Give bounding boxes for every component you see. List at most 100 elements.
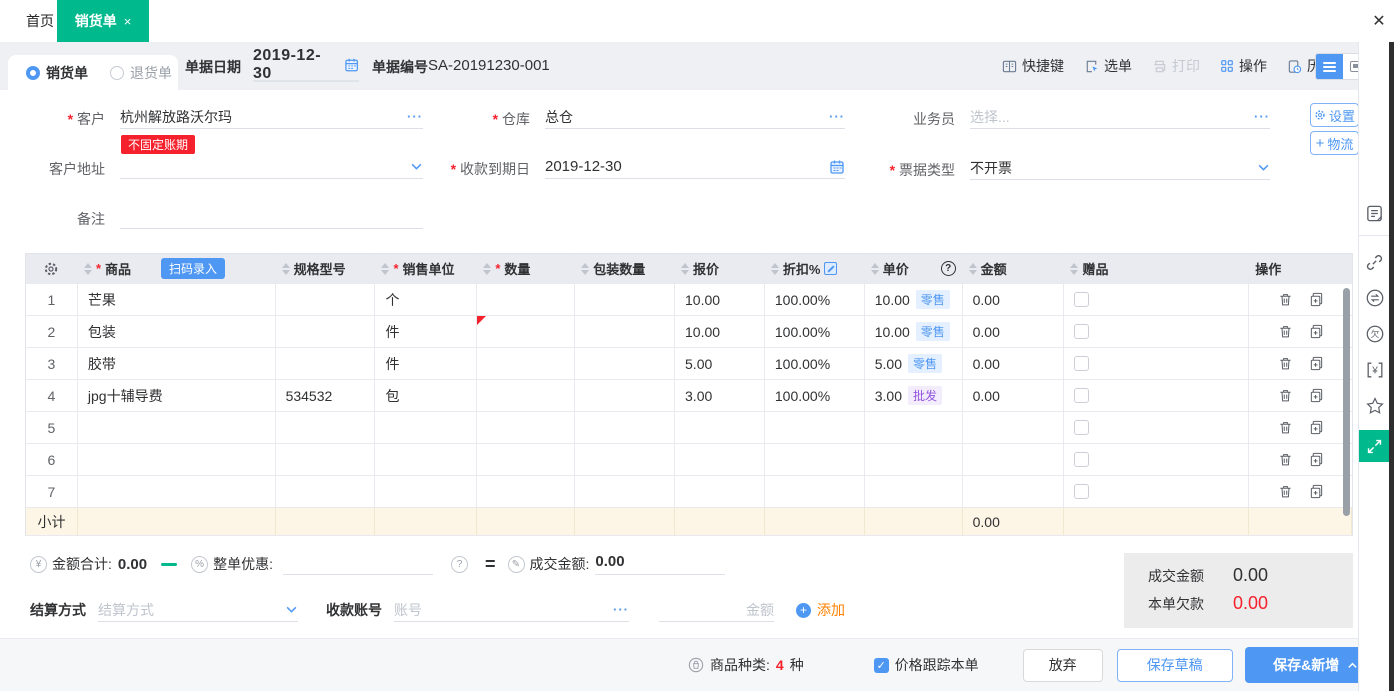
list-view-icon[interactable] (1316, 54, 1343, 79)
spec-cell[interactable] (276, 348, 376, 379)
sort-icon[interactable] (381, 263, 389, 275)
col-header-gift[interactable]: 赠品 (1064, 254, 1249, 283)
unit-cell[interactable]: 件 (375, 316, 477, 347)
remark-field[interactable] (120, 205, 423, 229)
unit-cell[interactable] (375, 444, 477, 475)
price-cell[interactable]: 10.00零售 (865, 316, 963, 347)
settings-button[interactable]: 设置 (1310, 103, 1359, 127)
address-field[interactable] (120, 155, 423, 179)
delete-row-icon[interactable] (1278, 292, 1293, 307)
spec-cell[interactable] (276, 444, 376, 475)
discount-cell[interactable]: 100.00% (765, 316, 865, 347)
col-header-amount[interactable]: 金额 (963, 254, 1065, 283)
amount-cell[interactable]: 0.00 (963, 380, 1065, 411)
qty-cell[interactable] (477, 380, 575, 411)
product-cell[interactable]: jpg十辅导费 (78, 380, 276, 411)
product-cell[interactable] (78, 476, 276, 507)
select-order-button[interactable]: 选单 (1084, 56, 1132, 76)
sort-icon[interactable] (1070, 263, 1078, 275)
amount-cell[interactable]: 0.00 (963, 284, 1065, 315)
amount-cell[interactable]: 0.00 (963, 316, 1065, 347)
warehouse-field[interactable]: 总仓 ··· (545, 105, 845, 129)
quote-cell[interactable] (675, 412, 765, 443)
quote-cell[interactable] (675, 444, 765, 475)
discount-edit-icon[interactable] (824, 262, 837, 275)
discount-cell[interactable]: 100.00% (765, 380, 865, 411)
sort-icon[interactable] (969, 263, 977, 275)
pack-qty-cell[interactable] (575, 476, 675, 507)
discount-cell[interactable] (765, 444, 865, 475)
delete-row-icon[interactable] (1278, 388, 1293, 403)
sort-icon[interactable] (681, 263, 689, 275)
debt-circle-icon[interactable]: 欠 (1359, 316, 1390, 352)
amount-input[interactable] (659, 602, 774, 618)
spec-cell[interactable] (276, 316, 376, 347)
tab-close-icon[interactable]: × (124, 14, 132, 29)
pack-qty-cell[interactable] (575, 316, 675, 347)
logistics-button[interactable]: + 物流 (1310, 131, 1359, 155)
abandon-button[interactable]: 放弃 (1023, 649, 1103, 682)
price-type-tag[interactable]: 零售 (916, 290, 950, 309)
copy-row-icon[interactable] (1309, 420, 1324, 435)
gift-checkbox[interactable] (1074, 484, 1089, 499)
chevron-down-icon[interactable] (285, 603, 298, 616)
product-cell[interactable] (78, 444, 276, 475)
quote-cell[interactable] (675, 476, 765, 507)
qty-cell[interactable] (477, 412, 575, 443)
delete-row-icon[interactable] (1278, 420, 1293, 435)
copy-row-icon[interactable] (1309, 356, 1324, 371)
account-input[interactable] (394, 602, 613, 618)
link-icon[interactable] (1359, 244, 1390, 280)
price-cell[interactable] (865, 444, 963, 475)
amount-cell[interactable] (963, 476, 1065, 507)
bill-type-field[interactable]: 不开票 (970, 156, 1270, 180)
ellipsis-icon[interactable]: ··· (613, 602, 629, 617)
table-settings-icon[interactable] (26, 254, 78, 283)
col-header-unit[interactable]: *销售单位 (375, 254, 477, 283)
window-scrollbar[interactable] (1389, 42, 1394, 691)
copy-row-icon[interactable] (1309, 324, 1324, 339)
calendar-icon[interactable] (344, 57, 359, 73)
expand-icon[interactable] (1359, 430, 1390, 462)
product-cell[interactable]: 包装 (78, 316, 276, 347)
doc-date-field[interactable]: 2019-12-30 (253, 50, 359, 82)
save-draft-button[interactable]: 保存草稿 (1117, 649, 1233, 682)
copy-row-icon[interactable] (1309, 292, 1324, 307)
spec-cell[interactable] (276, 412, 376, 443)
qty-cell[interactable] (477, 284, 575, 315)
sort-icon[interactable] (771, 263, 779, 275)
spec-cell[interactable]: 534532 (276, 380, 376, 411)
price-help-icon[interactable]: ? (941, 261, 956, 276)
unit-cell[interactable]: 个 (375, 284, 477, 315)
pack-qty-cell[interactable] (575, 412, 675, 443)
yen-bracket-icon[interactable]: ¥ (1359, 352, 1390, 388)
gift-checkbox[interactable] (1074, 452, 1089, 467)
account-field[interactable]: ··· (394, 598, 629, 622)
pack-qty-cell[interactable] (575, 444, 675, 475)
col-header-pack[interactable]: 包装数量 (575, 254, 675, 283)
settlement-method-select[interactable]: 结算方式 (98, 598, 298, 622)
gift-checkbox[interactable] (1074, 388, 1089, 403)
col-header-product[interactable]: *商品扫码录入 (78, 254, 276, 283)
copy-row-icon[interactable] (1309, 388, 1324, 403)
spec-cell[interactable] (276, 476, 376, 507)
order-discount-input[interactable] (283, 553, 433, 575)
note-icon[interactable] (1359, 192, 1390, 236)
gift-checkbox[interactable] (1074, 292, 1089, 307)
chevron-down-icon[interactable] (1257, 161, 1270, 174)
close-icon[interactable]: ✕ (1368, 10, 1390, 32)
sort-icon[interactable] (483, 263, 491, 275)
sort-icon[interactable] (282, 263, 290, 275)
discount-cell[interactable]: 100.00% (765, 348, 865, 379)
table-scrollbar[interactable] (1343, 288, 1350, 516)
col-header-qty[interactable]: *数量 (477, 254, 575, 283)
col-header-quote[interactable]: 报价 (675, 254, 765, 283)
sort-icon[interactable] (84, 263, 92, 275)
price-cell[interactable]: 5.00零售 (865, 348, 963, 379)
discount-cell[interactable] (765, 476, 865, 507)
customer-field[interactable]: 杭州解放路沃尔玛 ··· (120, 105, 423, 129)
qty-cell[interactable] (477, 444, 575, 475)
delete-row-icon[interactable] (1278, 452, 1293, 467)
gift-checkbox[interactable] (1074, 324, 1089, 339)
pack-qty-cell[interactable] (575, 348, 675, 379)
